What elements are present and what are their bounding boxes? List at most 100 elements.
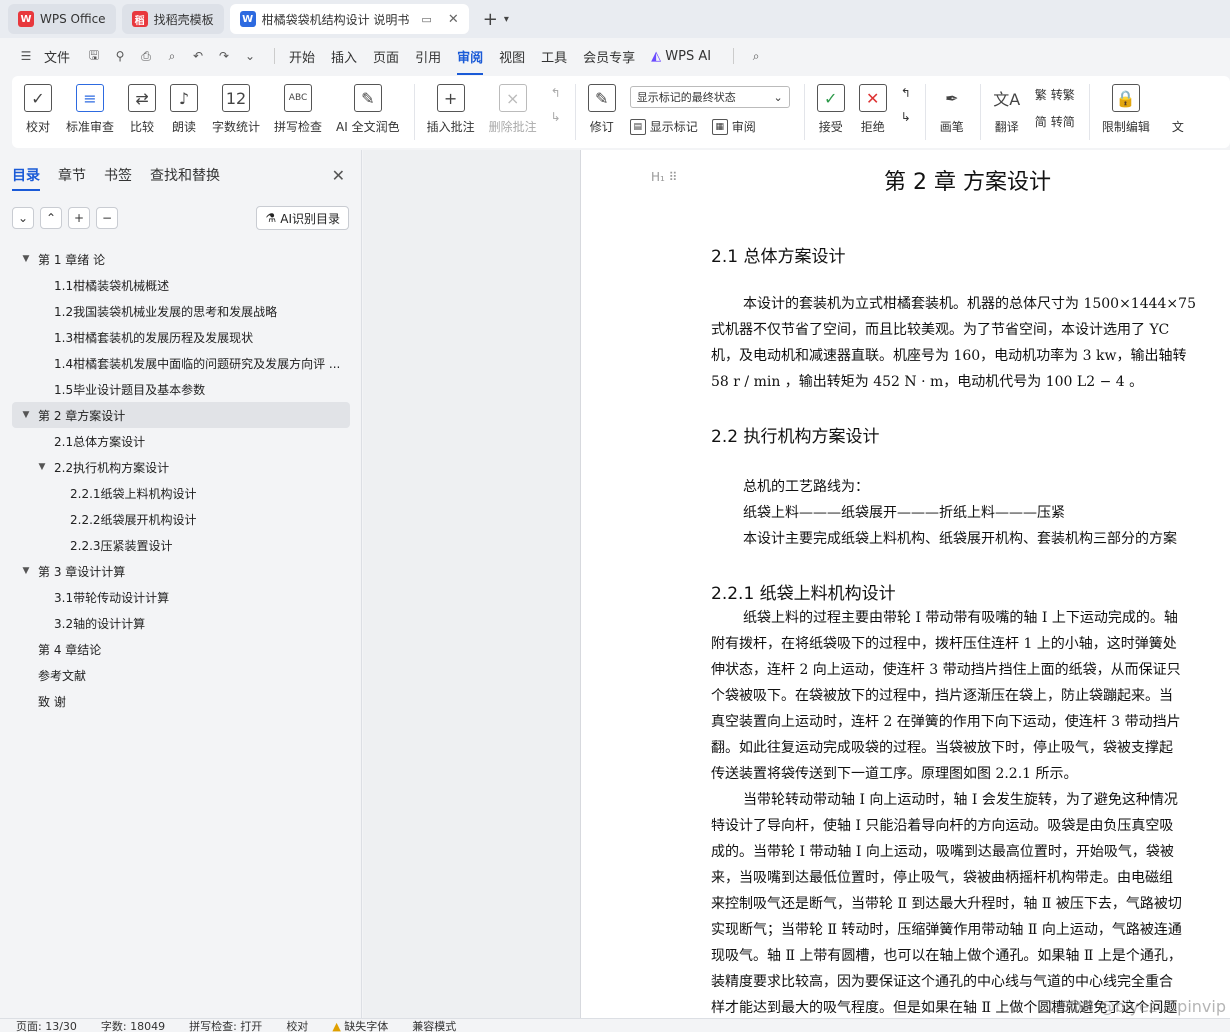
- prev-revision-button[interactable]: ↰: [901, 86, 911, 100]
- toc-item-label: 1.4柑橘套装机发展中面临的问题研究及发展方向评 ...: [54, 356, 341, 371]
- translate-button[interactable]: 文A 翻译: [992, 84, 1021, 135]
- toc-item[interactable]: 2.2.1纸袋上料机构设计: [12, 480, 350, 506]
- close-icon[interactable]: ✕: [332, 166, 345, 185]
- delete-comment-button[interactable]: × 删除批注: [489, 84, 537, 135]
- add-icon[interactable]: +: [68, 207, 90, 229]
- undo-icon[interactable]: ↶: [190, 48, 206, 64]
- next-comment-button[interactable]: ↳: [551, 110, 561, 124]
- tab-docer[interactable]: 稻 找稻壳模板: [121, 4, 224, 34]
- menu-tools[interactable]: 工具: [541, 47, 567, 66]
- overflow-button[interactable]: 文: [1163, 84, 1192, 135]
- text-line: 来控制吸气还是断气，当带轮 Ⅱ 到达最大升程时，轴 Ⅱ 被压下去，气路被切: [711, 896, 1182, 912]
- compare-button[interactable]: ⇄ 比较: [128, 84, 157, 135]
- toc-item[interactable]: ▼ 第 3 章设计计算: [12, 558, 350, 584]
- accept-button[interactable]: ✓ 接受: [816, 84, 845, 135]
- text-line: 伸状态，连杆 2 向上运动，使连杆 3 带动挡片挡住上面的纸袋，从而保证只: [711, 662, 1181, 678]
- toc-item[interactable]: 参考文献: [12, 662, 350, 688]
- link-icon[interactable]: ⚲: [112, 48, 128, 64]
- collapse-triangle-icon[interactable]: ▼: [18, 566, 34, 576]
- print-icon[interactable]: ⎙: [138, 48, 154, 64]
- spell-check-status[interactable]: 拼写检查: 打开: [189, 1019, 262, 1032]
- toc-item[interactable]: 2.2.2纸袋展开机构设计: [12, 506, 350, 532]
- to-simplified-button[interactable]: 简转简: [1035, 113, 1075, 130]
- spell-check-button[interactable]: ABC 拼写检查: [274, 84, 322, 135]
- divider: [803, 84, 805, 140]
- menu-reference[interactable]: 引用: [415, 47, 441, 66]
- tab-find-replace[interactable]: 查找和替换: [150, 165, 220, 185]
- menu-member[interactable]: 会员专享: [583, 47, 635, 66]
- label: 字数统计: [212, 120, 261, 134]
- toc-item[interactable]: 致 谢: [12, 688, 350, 714]
- toc-item[interactable]: ▼ 第 2 章方案设计: [12, 402, 350, 428]
- toc-item[interactable]: 2.1总体方案设计: [12, 428, 350, 454]
- tab-bookmarks[interactable]: 书签: [104, 165, 132, 185]
- menu-insert[interactable]: 插入: [331, 47, 357, 66]
- search-icon[interactable]: ⌕: [748, 48, 764, 64]
- display-mode-select[interactable]: 显示标记的最终状态 ⌄: [629, 86, 790, 108]
- print-preview-icon[interactable]: ⌕: [164, 48, 180, 64]
- to-traditional-button[interactable]: 繁转繁: [1035, 86, 1075, 103]
- restrict-edit-button[interactable]: 🔒 限制编辑: [1102, 84, 1150, 135]
- toc-item[interactable]: 1.5毕业设计题目及基本参数: [12, 376, 350, 402]
- menu-page[interactable]: 页面: [373, 47, 399, 66]
- menu-wps-ai[interactable]: ◭ WPS AI: [651, 49, 711, 64]
- toc-item[interactable]: 1.1柑橘装袋机械概述: [12, 272, 350, 298]
- page-count[interactable]: 页面: 13/30: [16, 1019, 77, 1032]
- label: 文: [1171, 120, 1184, 134]
- collapse-triangle-icon[interactable]: ▼: [18, 410, 34, 420]
- toc-item[interactable]: ▼ 2.2执行机构方案设计: [12, 454, 350, 480]
- collapse-triangle-icon[interactable]: ▼: [34, 462, 50, 472]
- hamburger-icon[interactable]: ☰: [18, 48, 34, 64]
- label: 拼写检查: [274, 120, 323, 134]
- read-aloud-button[interactable]: ♪ 朗读: [170, 84, 199, 135]
- toc-item[interactable]: 1.3柑橘套装机的发展历程及发展现状: [12, 324, 350, 350]
- label: AI 全文润色: [336, 120, 400, 134]
- show-markup-button[interactable]: ▤ 显示标记: [629, 118, 698, 135]
- collapse-up-icon[interactable]: ⌃: [40, 207, 62, 229]
- tab-toc[interactable]: 目录: [12, 165, 40, 191]
- toc-item[interactable]: ▼ 第 1 章绪 论: [12, 246, 350, 272]
- revise-button[interactable]: ✎ 修订: [587, 84, 616, 135]
- toc-item[interactable]: 2.2.3压紧装置设计: [12, 532, 350, 558]
- toc-item-label: 3.1带轮传动设计计算: [54, 590, 170, 605]
- menu-view[interactable]: 视图: [499, 47, 525, 66]
- tab-wps-office[interactable]: W WPS Office: [8, 4, 116, 34]
- menu-file[interactable]: 文件: [44, 47, 70, 66]
- next-revision-button[interactable]: ↳: [901, 110, 911, 124]
- redo-icon[interactable]: ↷: [216, 48, 232, 64]
- new-tab-plus-icon[interactable]: +: [483, 9, 498, 30]
- document-page[interactable]: H₁ ⠿ 第 2 章 方案设计 2.1 总体方案设计 本设计的套装机为立式柑橘套…: [580, 150, 1230, 1018]
- toc-item[interactable]: 1.2我国装袋机械业发展的思考和发展战略: [12, 298, 350, 324]
- toc-item[interactable]: 3.2轴的设计计算: [12, 610, 350, 636]
- chevron-down-icon[interactable]: ▾: [504, 14, 509, 25]
- tab-document[interactable]: W 柑橘袋袋机结构设计 说明书 ▭ ✕: [229, 4, 469, 34]
- ai-toc-button[interactable]: ⚗ AI识别目录: [256, 206, 349, 230]
- expand-down-icon[interactable]: ⌄: [12, 207, 34, 229]
- remove-icon[interactable]: −: [96, 207, 118, 229]
- toc-item[interactable]: 3.1带轮传动设计计算: [12, 584, 350, 610]
- reject-button[interactable]: ✕ 拒绝: [858, 84, 887, 135]
- prev-comment-button[interactable]: ↰: [551, 86, 561, 100]
- close-icon[interactable]: ✕: [448, 12, 459, 27]
- ai-polish-button[interactable]: ✎ AI 全文润色: [336, 84, 400, 135]
- toc-item[interactable]: 1.4柑橘套装机发展中面临的问题研究及发展方向评 ...: [12, 350, 350, 376]
- monitor-icon[interactable]: ▭: [421, 13, 431, 26]
- review-pane-button[interactable]: ▦ 审阅: [711, 118, 756, 135]
- insert-comment-button[interactable]: + 插入批注: [427, 84, 475, 135]
- missing-font-status[interactable]: ▲ 缺失字体: [332, 1019, 388, 1032]
- proofread-button[interactable]: ✓ 校对: [24, 84, 52, 135]
- proof-status[interactable]: 校对: [286, 1019, 308, 1032]
- heading-handle-icon[interactable]: H₁ ⠿: [651, 170, 677, 184]
- toc-item[interactable]: 第 4 章结论: [12, 636, 350, 662]
- chevron-down-icon[interactable]: ⌄: [242, 48, 258, 64]
- standard-review-button[interactable]: ≡ 标准审查: [66, 84, 114, 135]
- word-count-button[interactable]: 12 字数统计: [212, 84, 260, 135]
- save-icon[interactable]: 🖫: [86, 48, 102, 64]
- word-count[interactable]: 字数: 18049: [101, 1019, 165, 1032]
- menu-home[interactable]: 开始: [289, 47, 315, 66]
- menu-review[interactable]: 审阅: [457, 47, 484, 75]
- chinese-convert: 繁转繁 简转简: [1035, 84, 1075, 130]
- tab-chapters[interactable]: 章节: [58, 165, 86, 185]
- pen-button[interactable]: ✒ 画笔: [937, 84, 966, 135]
- collapse-triangle-icon[interactable]: ▼: [18, 254, 34, 264]
